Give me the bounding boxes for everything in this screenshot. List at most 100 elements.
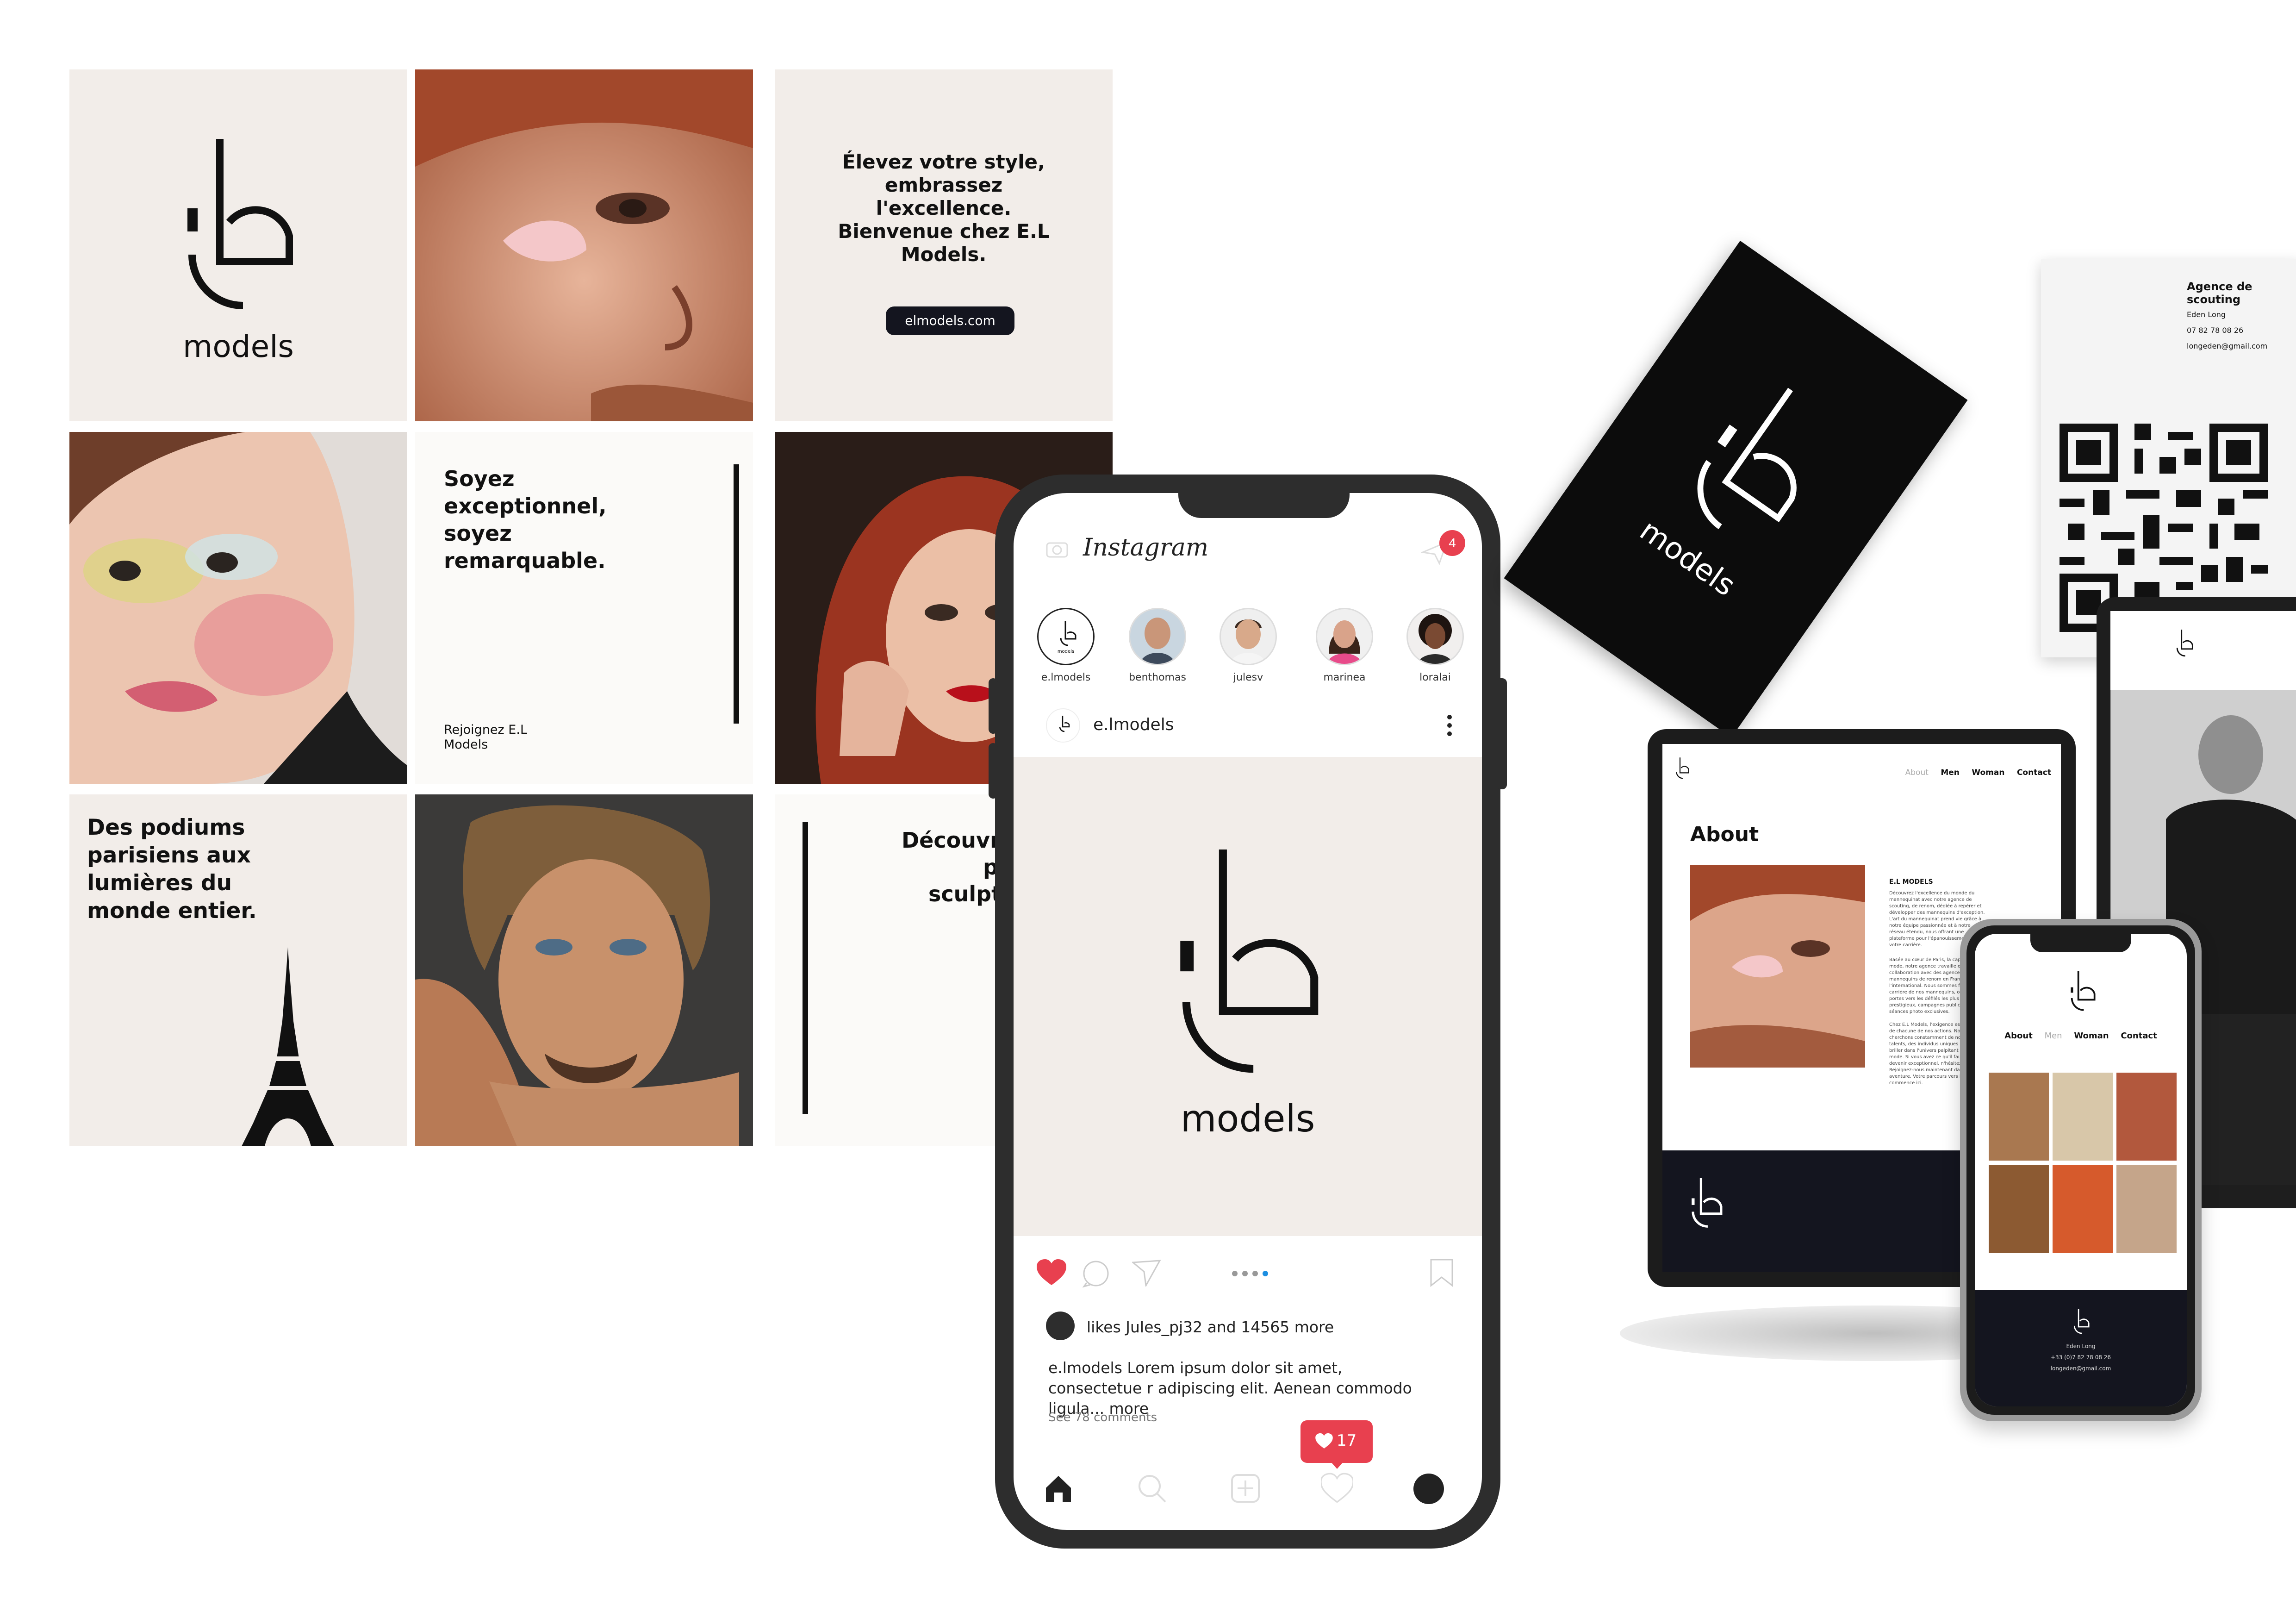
nav-woman[interactable]: Woman — [2074, 1031, 2109, 1041]
gallery-item[interactable] — [1989, 1073, 2049, 1161]
story-name: julesv — [1233, 672, 1263, 683]
grid-tile-logo: models — [69, 69, 407, 421]
more-options-icon[interactable] — [1447, 714, 1452, 737]
post-logo-wordmark: models — [1180, 1097, 1315, 1140]
post-author-name[interactable]: e.lmodels — [1093, 715, 1174, 734]
section-title: E.L MODELS — [1889, 878, 1933, 886]
website-pill[interactable]: elmodels.com — [886, 306, 1014, 335]
small-phone-footer: Eden Long +33 (0)7 82 78 08 26 longeden@… — [1975, 1290, 2187, 1406]
nav-about[interactable]: About — [2004, 1031, 2033, 1041]
profile-avatar-icon[interactable] — [1413, 1474, 1444, 1504]
comment-icon[interactable] — [1082, 1260, 1110, 1288]
freckled-man-photo — [415, 69, 753, 421]
join-text: Rejoignez E.L Models — [444, 723, 527, 752]
slogan-text: Soyez exceptionnel, soyez remarquable. — [444, 466, 607, 573]
divider-bar-left — [803, 822, 808, 1114]
el-logo-icon — [2073, 1309, 2090, 1334]
card-name: Eden Long — [2187, 310, 2226, 319]
nav-contact[interactable]: Contact — [2121, 1031, 2157, 1041]
el-logo-icon — [2176, 630, 2193, 657]
story-benthomas[interactable]: benthomas — [1123, 608, 1192, 683]
discover-text-3: sculpt — [928, 881, 1002, 906]
small-phone-display: About Men Woman Contact Eden Long +33 (0… — [1975, 934, 2187, 1406]
nav-woman[interactable]: Woman — [1972, 768, 2004, 777]
share-icon[interactable] — [1131, 1260, 1161, 1288]
footer-email: longeden@gmail.com — [2050, 1365, 2111, 1372]
gallery-item[interactable] — [2053, 1073, 2113, 1161]
phone-side-button — [1496, 678, 1507, 789]
home-icon[interactable] — [1042, 1472, 1075, 1505]
el-logo-icon — [187, 139, 293, 309]
instagram-screen: Instagram 4 models e.lmodels benthomas j… — [1014, 493, 1482, 1530]
instagram-phone-mockup: Instagram 4 models e.lmodels benthomas j… — [989, 475, 1507, 1549]
post-image[interactable]: models — [1014, 757, 1482, 1236]
gallery-item[interactable] — [2116, 1165, 2177, 1253]
like-badge-count: 17 — [1337, 1431, 1357, 1450]
divider-bar — [734, 464, 739, 724]
about-photo — [1690, 865, 1865, 1068]
logo-wordmark: models — [183, 329, 294, 364]
gallery-item[interactable] — [2053, 1165, 2113, 1253]
el-logo-icon — [2071, 971, 2096, 1011]
instagram-wordmark: Instagram — [1083, 534, 1209, 562]
el-logo-icon — [1180, 849, 1319, 1073]
phone-notch — [1178, 493, 1350, 518]
el-logo-icon — [1692, 1178, 1723, 1228]
tagline-text: Élevez votre style, embrassez l'excellen… — [838, 150, 1050, 266]
story-julesv[interactable]: julesv — [1213, 608, 1283, 683]
story-loralai[interactable]: loralai — [1400, 608, 1470, 683]
grid-tile-photo-makeup — [69, 432, 407, 784]
post-author-avatar[interactable] — [1046, 708, 1080, 743]
makeup-woman-photo — [69, 432, 407, 784]
story-elmodels[interactable]: models e.lmodels — [1031, 608, 1101, 683]
story-name: marinea — [1323, 672, 1366, 683]
nav-men[interactable]: Men — [2045, 1031, 2062, 1041]
liker-avatar[interactable] — [1046, 1312, 1075, 1340]
small-phone-notch — [2030, 934, 2131, 952]
carousel-dots — [1231, 1270, 1277, 1277]
bookmark-icon[interactable] — [1429, 1259, 1454, 1287]
small-phone-nav: About Men Woman Contact — [1975, 1031, 2187, 1041]
eiffel-tower-icon — [242, 947, 334, 1146]
card-title: Agence de scouting — [2187, 280, 2252, 306]
story-name: loralai — [1419, 672, 1451, 683]
story-name: e.lmodels — [1041, 672, 1091, 683]
footer-phone: +33 (0)7 82 78 08 26 — [2050, 1354, 2111, 1361]
nav-contact[interactable]: Contact — [2017, 768, 2051, 777]
search-icon[interactable] — [1136, 1472, 1168, 1505]
card-email: longeden@gmail.com — [2187, 342, 2268, 350]
grid-tile-tagline: Élevez votre style, embrassez l'excellen… — [775, 69, 1113, 421]
grid-tile-slogan: Soyez exceptionnel, soyez remarquable. R… — [415, 432, 753, 784]
grid-tile-photo-freckles — [415, 69, 753, 421]
grid-tile-photo-dreads — [415, 794, 753, 1146]
gallery-item[interactable] — [2116, 1073, 2177, 1161]
business-card-front: models — [1504, 241, 1968, 738]
like-heart-icon[interactable] — [1037, 1259, 1066, 1286]
heart-icon — [1315, 1433, 1333, 1449]
like-notification-badge: 17 — [1300, 1420, 1373, 1463]
phone-volume-button-2 — [989, 743, 998, 799]
svg-text:models: models — [1058, 649, 1074, 654]
post-caption: e.lmodels Lorem ipsum dolor sit amet, co… — [1048, 1359, 1412, 1418]
small-phone-screen: About Men Woman Contact Eden Long +33 (0… — [1966, 925, 2195, 1415]
notification-badge: 4 — [1439, 530, 1465, 556]
nav-about[interactable]: About — [1905, 768, 1929, 777]
grid-tile-paris: Des podiums parisiens aux lumières du mo… — [69, 794, 407, 1146]
badge-pointer — [1330, 1461, 1344, 1469]
story-marinea[interactable]: marinea — [1310, 608, 1379, 683]
about-heading: About — [1690, 823, 1759, 846]
see-comments-link[interactable]: See 78 comments — [1048, 1411, 1157, 1424]
discover-text-1: Découvr — [902, 828, 1001, 853]
el-logo-icon — [1697, 387, 1797, 530]
camera-icon[interactable] — [1046, 539, 1068, 558]
new-post-icon[interactable] — [1229, 1472, 1262, 1505]
likes-text: likes Jules_pj32 and 14565 more — [1087, 1318, 1334, 1336]
gallery-item[interactable] — [1989, 1165, 2049, 1253]
story-name: benthomas — [1129, 672, 1186, 683]
phone-volume-button — [989, 678, 998, 734]
podiums-text: Des podiums parisiens aux lumières du mo… — [87, 815, 257, 924]
dreads-man-photo — [415, 794, 753, 1146]
activity-heart-icon[interactable] — [1320, 1472, 1354, 1505]
el-logo-icon: models — [1058, 621, 1076, 654]
nav-men[interactable]: Men — [1941, 768, 1960, 777]
